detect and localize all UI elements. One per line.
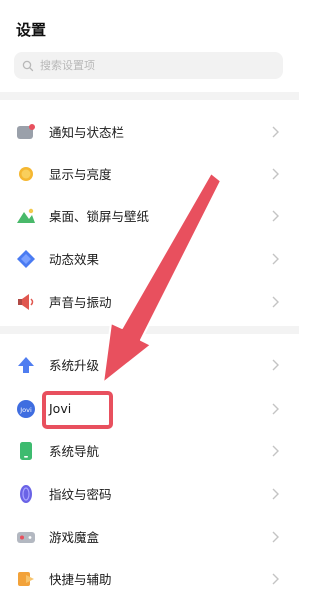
settings-item-label: 游戏魔盒 (49, 530, 100, 545)
settings-item-game-box[interactable]: 游戏魔盒 (0, 515, 299, 558)
settings-item-display[interactable]: 显示与亮度 (0, 152, 299, 195)
chevron-right-icon (270, 296, 280, 308)
chevron-right-icon (270, 253, 280, 265)
settings-item-system-upgrade[interactable]: 系统升级 (0, 343, 299, 386)
settings-item-fingerprint[interactable]: 指纹与密码 (0, 472, 299, 515)
shortcut-icon (16, 569, 36, 589)
chevron-right-icon (270, 168, 280, 180)
settings-item-dynamic-effect[interactable]: 动态效果 (0, 237, 299, 280)
search-input[interactable] (40, 59, 270, 72)
settings-item-label: 显示与亮度 (49, 167, 112, 182)
search-icon (22, 60, 34, 72)
settings-item-sound[interactable]: 声音与振动 (0, 280, 299, 323)
settings-item-label: 系统升级 (49, 358, 100, 373)
highlight-box (42, 391, 113, 429)
section-divider (0, 326, 299, 334)
chevron-right-icon (270, 445, 280, 457)
search-bar[interactable] (14, 52, 283, 79)
chevron-right-icon (270, 488, 280, 500)
chevron-right-icon (270, 126, 280, 138)
section-divider (0, 92, 299, 100)
system-upgrade-icon (16, 355, 36, 375)
fingerprint-icon (16, 484, 36, 504)
settings-item-label: 通知与状态栏 (49, 125, 125, 140)
chevron-right-icon (270, 403, 280, 415)
chevron-right-icon (270, 573, 280, 585)
chevron-right-icon (270, 210, 280, 222)
dynamic-effect-icon (16, 249, 36, 269)
settings-item-label: 声音与振动 (49, 295, 112, 310)
wallpaper-icon (16, 206, 36, 226)
chevron-right-icon (270, 531, 280, 543)
game-box-icon (16, 527, 36, 547)
settings-item-label: 指纹与密码 (49, 487, 112, 502)
sound-icon (16, 292, 36, 312)
brightness-icon (16, 164, 36, 184)
settings-item-notification[interactable]: 通知与状态栏 (0, 110, 299, 153)
chevron-right-icon (270, 359, 280, 371)
settings-item-system-navigation[interactable]: 系统导航 (0, 429, 299, 472)
settings-item-label: 桌面、锁屏与壁纸 (49, 209, 150, 224)
system-navigation-icon (16, 441, 36, 461)
settings-item-label: 动态效果 (49, 252, 100, 267)
settings-item-shortcut[interactable]: 快捷与辅助 (0, 557, 299, 600)
settings-item-label: 系统导航 (49, 444, 100, 459)
page-title: 设置 (16, 21, 47, 39)
settings-item-wallpaper[interactable]: 桌面、锁屏与壁纸 (0, 194, 299, 237)
settings-item-label: 快捷与辅助 (49, 572, 112, 587)
jovi-icon: Jovi (16, 399, 36, 419)
svg-text:Jovi: Jovi (19, 406, 32, 414)
notification-icon (16, 122, 36, 142)
